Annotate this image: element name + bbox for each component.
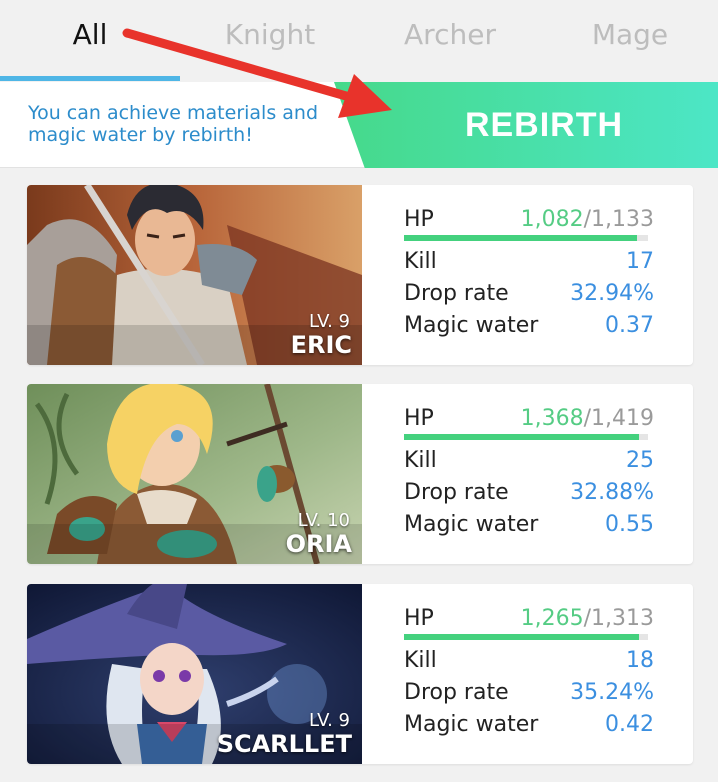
kill-label: Kill xyxy=(404,648,437,673)
hero-stats: HP 1,265/1,313 Kill 18 Drop rate 35.24% … xyxy=(404,604,654,742)
hero-name: SCARLLET xyxy=(216,730,352,758)
hp-bar xyxy=(404,235,648,241)
hero-stats: HP 1,368/1,419 Kill 25 Drop rate 32.88% … xyxy=(404,404,654,542)
hero-level: LV. 9 xyxy=(309,710,350,731)
magic-water-label: Magic water xyxy=(404,512,539,537)
drop-rate-value: 32.88% xyxy=(570,480,654,505)
kill-value: 25 xyxy=(626,448,654,473)
magic-water-label: Magic water xyxy=(404,712,539,737)
hp-row: HP 1,082/1,133 xyxy=(404,205,654,241)
tab-knight[interactable]: Knight xyxy=(180,18,360,51)
hp-current: 1,082 xyxy=(520,207,584,232)
hero-portrait-oria: LV. 10 ORIA xyxy=(27,384,362,564)
kill-row: Kill 18 xyxy=(404,646,654,678)
hp-bar xyxy=(404,434,648,440)
hp-row: HP 1,265/1,313 xyxy=(404,604,654,640)
kill-value: 17 xyxy=(626,249,654,274)
kill-label: Kill xyxy=(404,249,437,274)
hero-card-eric[interactable]: LV. 9 ERIC HP 1,082/1,133 Kill 17 Drop r… xyxy=(27,185,693,365)
hp-value: 1,368/1,419 xyxy=(521,406,654,431)
kill-value: 18 xyxy=(626,648,654,673)
magic-water-value: 0.42 xyxy=(605,712,654,737)
drop-rate-row: Drop rate 32.88% xyxy=(404,478,654,510)
magic-water-label: Magic water xyxy=(404,313,539,338)
tab-mage[interactable]: Mage xyxy=(540,18,718,51)
drop-rate-value: 35.24% xyxy=(570,680,654,705)
hp-label: HP xyxy=(404,606,434,631)
magic-water-value: 0.55 xyxy=(605,512,654,537)
hp-value: 1,082/1,133 xyxy=(521,207,654,232)
hp-current: 1,265 xyxy=(520,606,584,631)
category-tabs: All Knight Archer Mage xyxy=(0,0,718,82)
active-tab-indicator xyxy=(0,76,180,81)
kill-row: Kill 17 xyxy=(404,247,654,279)
hp-current: 1,368 xyxy=(520,406,584,431)
drop-rate-row: Drop rate 32.94% xyxy=(404,279,654,311)
drop-rate-row: Drop rate 35.24% xyxy=(404,678,654,710)
hero-card-scarllet[interactable]: LV. 9 SCARLLET HP 1,265/1,313 Kill 18 Dr… xyxy=(27,584,693,764)
hero-stats: HP 1,082/1,133 Kill 17 Drop rate 32.94% … xyxy=(404,205,654,343)
drop-rate-label: Drop rate xyxy=(404,680,509,705)
hero-card-oria[interactable]: LV. 10 ORIA HP 1,368/1,419 Kill 25 Drop … xyxy=(27,384,693,564)
drop-rate-value: 32.94% xyxy=(570,281,654,306)
rebirth-info-text: You can achieve materials and magic wate… xyxy=(28,102,319,146)
hero-name: ORIA xyxy=(285,530,352,558)
hero-level: LV. 9 xyxy=(309,311,350,332)
tab-all[interactable]: All xyxy=(0,18,180,51)
hp-max: /1,419 xyxy=(583,406,654,431)
kill-label: Kill xyxy=(404,448,437,473)
drop-rate-label: Drop rate xyxy=(404,281,509,306)
drop-rate-label: Drop rate xyxy=(404,480,509,505)
hero-name: ERIC xyxy=(290,331,352,359)
hp-bar-fill xyxy=(404,235,638,241)
tab-archer[interactable]: Archer xyxy=(360,18,540,51)
hp-value: 1,265/1,313 xyxy=(521,606,654,631)
hp-bar-fill xyxy=(404,434,640,440)
kill-row: Kill 25 xyxy=(404,446,654,478)
hp-bar xyxy=(404,634,648,640)
hp-label: HP xyxy=(404,406,434,431)
rebirth-banner: You can achieve materials and magic wate… xyxy=(0,82,718,168)
hp-label: HP xyxy=(404,207,434,232)
magic-water-value: 0.37 xyxy=(605,313,654,338)
magic-water-row: Magic water 0.37 xyxy=(404,311,654,343)
hero-level: LV. 10 xyxy=(297,510,350,531)
rebirth-button[interactable]: REBIRTH xyxy=(334,82,718,168)
magic-water-row: Magic water 0.55 xyxy=(404,510,654,542)
rebirth-button-label: REBIRTH xyxy=(464,106,624,144)
hero-portrait-eric: LV. 9 ERIC xyxy=(27,185,362,365)
hp-row: HP 1,368/1,419 xyxy=(404,404,654,440)
hero-portrait-scarllet: LV. 9 SCARLLET xyxy=(27,584,362,764)
hp-bar-fill xyxy=(404,634,639,640)
hp-max: /1,313 xyxy=(583,606,654,631)
magic-water-row: Magic water 0.42 xyxy=(404,710,654,742)
hp-max: /1,133 xyxy=(583,207,654,232)
